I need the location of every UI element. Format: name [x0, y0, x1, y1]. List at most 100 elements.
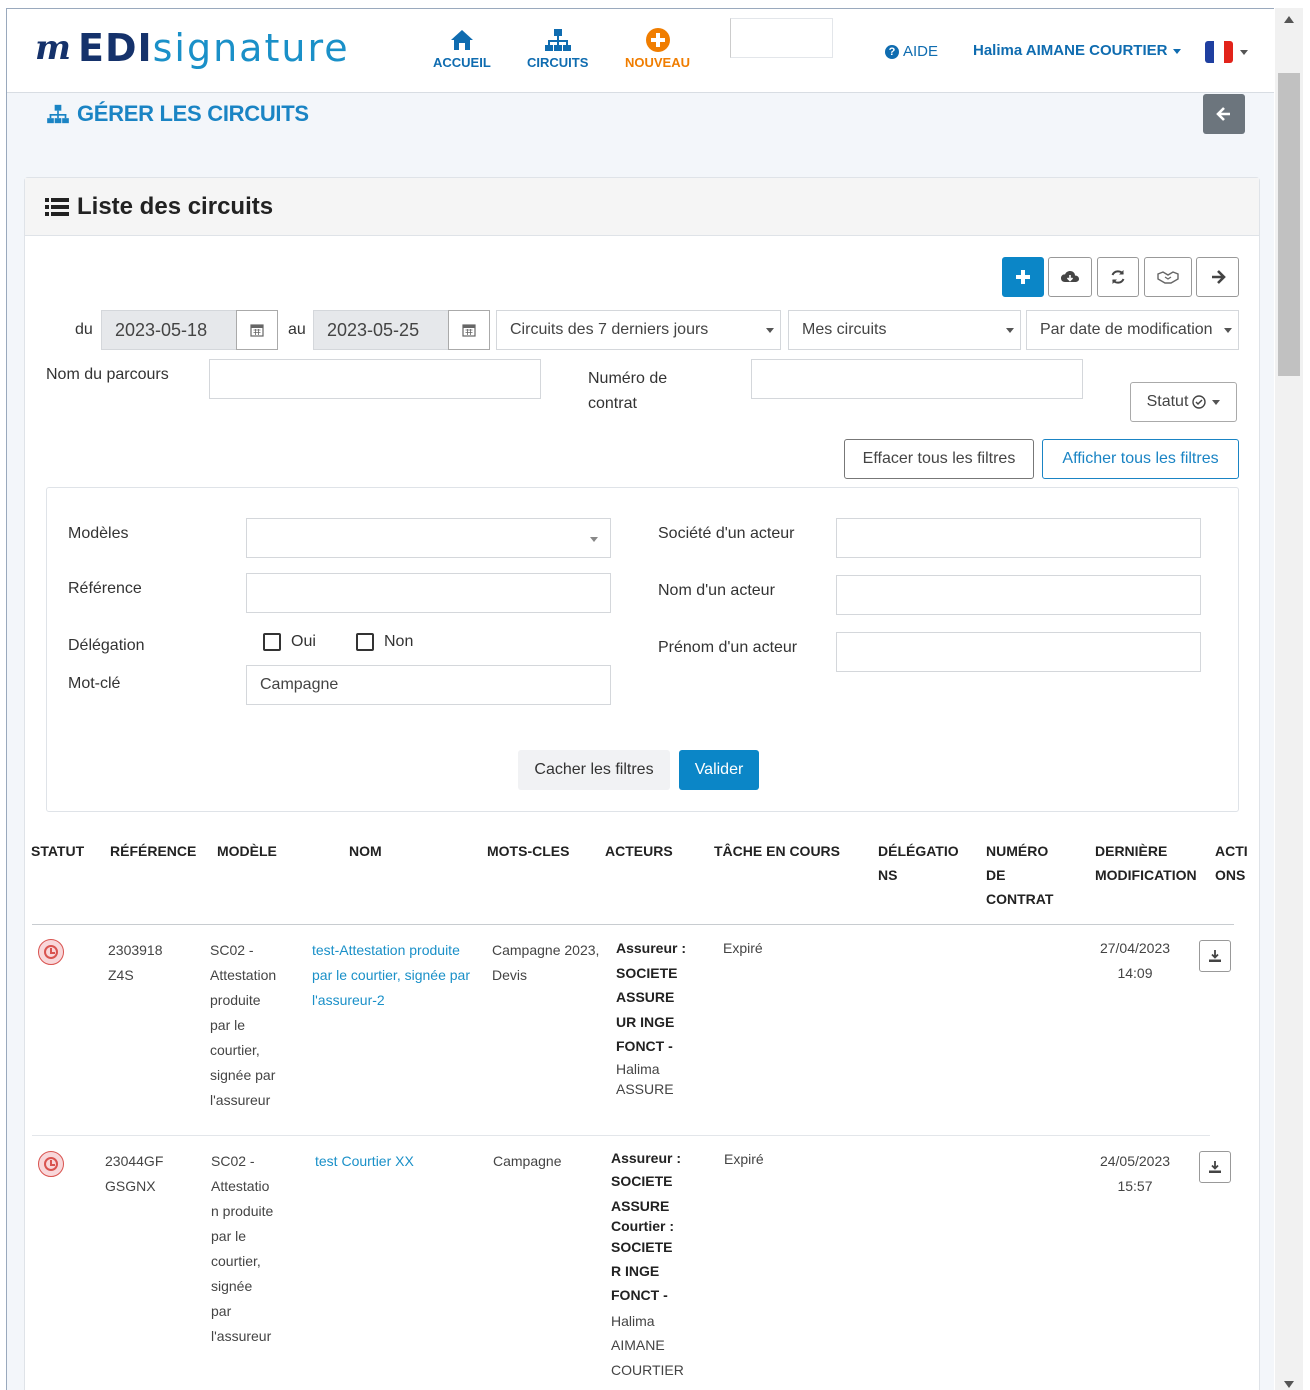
- date-from-input[interactable]: 2023-05-18: [101, 310, 237, 350]
- download-icon: [1209, 1161, 1221, 1173]
- logo-edi: EDI: [77, 26, 153, 70]
- date-from-calendar-button[interactable]: [236, 310, 278, 350]
- row2-acteurs-b5: SOCIETE: [611, 1239, 673, 1255]
- scope-select[interactable]: Mes circuits: [788, 310, 1021, 350]
- non-label: Non: [384, 633, 414, 650]
- row1-modele-l6: signée par: [210, 1067, 276, 1083]
- nom-parcours-input[interactable]: [209, 359, 541, 399]
- row2-reference[interactable]: 23044GF GSGNX: [105, 1149, 163, 1199]
- edisignature-logo[interactable]: m EDI signature: [35, 23, 350, 73]
- nav-nouveau[interactable]: NOUVEAU: [625, 27, 690, 70]
- nom-acteur-label: Nom d'un acteur: [658, 582, 775, 599]
- handshake-button[interactable]: [1144, 257, 1192, 297]
- row1-reference[interactable]: 2303918 Z4S: [108, 938, 163, 988]
- modeles-select[interactable]: [246, 518, 611, 558]
- col-nom[interactable]: NOM: [349, 839, 382, 863]
- scrollbar-thumb[interactable]: [1278, 73, 1300, 376]
- row2-modele-l5: courtier,: [211, 1253, 261, 1269]
- row1-acteurs: Assureur : SOCIETE ASSURE UR INGE FONCT …: [616, 936, 686, 1099]
- sort-select-value: Par date de modification: [1040, 321, 1213, 338]
- row1-acteurs-b1: Assureur :: [616, 940, 687, 956]
- row1-mots-l1: Campagne 2023,: [492, 942, 600, 958]
- expired-status-icon: [38, 1151, 64, 1177]
- calendar-icon: [250, 324, 264, 337]
- col-acteurs[interactable]: ACTEURS: [605, 839, 673, 863]
- prenom-acteur-input[interactable]: [836, 632, 1201, 672]
- row1-ref-line2: Z4S: [108, 967, 134, 983]
- scroll-up-arrow-icon[interactable]: [1284, 16, 1294, 23]
- nav-accueil[interactable]: ACCUEIL: [433, 27, 491, 70]
- row1-acteurs-b5: FONCT -: [616, 1038, 673, 1054]
- statut-dropdown-button[interactable]: Statut: [1130, 382, 1237, 422]
- chevron-down-icon: [1006, 328, 1014, 333]
- aide-link[interactable]: ? AIDE: [885, 43, 938, 60]
- col-tache[interactable]: TÂCHE EN COURS: [714, 839, 840, 863]
- clear-filters-button[interactable]: Effacer tous les filtres: [844, 439, 1034, 479]
- col-statut[interactable]: STATUT: [31, 839, 84, 863]
- delegation-oui-checkbox[interactable]: [263, 633, 281, 651]
- period-select-value: Circuits des 7 derniers jours: [510, 321, 709, 338]
- col-derniere-modification[interactable]: DERNIÈRE MODIFICATION: [1095, 839, 1197, 887]
- date-to-calendar-button[interactable]: [448, 310, 490, 350]
- row1-nom-link[interactable]: test-Attestation produite par le courtie…: [312, 938, 470, 1013]
- col-numero-line1: NUMÉRO: [986, 843, 1049, 859]
- statut-label: Statut: [1146, 393, 1189, 410]
- page-title: GÉRER LES CIRCUITS: [47, 101, 309, 127]
- row2-modele-l8: l'assureur: [211, 1328, 272, 1344]
- col-actions-line1: ACTI: [1215, 843, 1248, 859]
- row1-download-button[interactable]: [1199, 940, 1231, 972]
- top-search-input[interactable]: [730, 18, 833, 58]
- browser-frame: m EDI signature ACCUEIL CIRCUITS NOUVEAU…: [6, 8, 1274, 1390]
- panel-header: Liste des circuits: [25, 178, 1259, 236]
- row2-date-day: 24/05/2023: [1099, 1153, 1171, 1169]
- scroll-down-arrow-icon[interactable]: [1284, 1381, 1294, 1388]
- hide-filters-button[interactable]: Cacher les filtres: [518, 750, 670, 790]
- vertical-scrollbar[interactable]: [1275, 8, 1303, 1390]
- show-all-filters-button[interactable]: Afficher tous les filtres: [1042, 439, 1239, 479]
- user-menu[interactable]: Halima AIMANE COURTIER: [973, 42, 1182, 59]
- date-to-input[interactable]: 2023-05-25: [313, 310, 449, 350]
- row1-acteurs-n2: ASSURE: [616, 1080, 674, 1097]
- refresh-button[interactable]: [1097, 257, 1139, 297]
- row2-ref-line1: 23044GF: [105, 1153, 164, 1169]
- download-cloud-button[interactable]: [1048, 257, 1092, 297]
- period-select[interactable]: Circuits des 7 derniers jours: [496, 310, 781, 350]
- add-circuit-button[interactable]: [1002, 257, 1044, 297]
- row1-date-time: 14:09: [1117, 965, 1153, 981]
- nom-acteur-input[interactable]: [836, 575, 1201, 615]
- french-flag-icon[interactable]: [1205, 41, 1233, 63]
- row1-modele-l3: produite: [210, 992, 261, 1008]
- du-label: du: [75, 321, 93, 338]
- delegation-non-checkbox[interactable]: [356, 633, 374, 651]
- validate-button[interactable]: Valider: [679, 750, 759, 790]
- numero-contrat-label: Numéro de contrat: [588, 370, 668, 412]
- col-numero-contrat[interactable]: NUMÉRO DE CONTRAT: [986, 839, 1053, 911]
- language-caret-icon[interactable]: [1240, 50, 1248, 55]
- row2-acteurs-n3: COURTIER: [611, 1362, 684, 1378]
- row2-acteurs-b3: ASSURE: [611, 1198, 670, 1214]
- row2-download-button[interactable]: [1199, 1151, 1231, 1183]
- back-button[interactable]: [1203, 94, 1245, 134]
- row1-date-day: 27/04/2023: [1099, 940, 1171, 956]
- export-button[interactable]: [1196, 257, 1239, 297]
- sort-select[interactable]: Par date de modification: [1026, 310, 1239, 350]
- nav-circuits[interactable]: CIRCUITS: [527, 27, 588, 70]
- col-delegations[interactable]: DÉLÉGATIO NS: [878, 839, 959, 887]
- row2-date-time: 15:57: [1117, 1178, 1153, 1194]
- col-reference[interactable]: RÉFÉRENCE: [110, 839, 196, 863]
- top-navbar: m EDI signature ACCUEIL CIRCUITS NOUVEAU…: [7, 9, 1274, 93]
- row2-ref-line2: GSGNX: [105, 1178, 156, 1194]
- col-mots-cles[interactable]: MOTS-CLES: [487, 839, 569, 863]
- row1-nom-l1: test-Attestation produite: [312, 942, 460, 958]
- col-numero-line3: CONTRAT: [986, 891, 1054, 907]
- row1-modele-l5: courtier,: [210, 1042, 260, 1058]
- row2-nom-l1: test Courtier XX: [315, 1153, 414, 1169]
- col-modele[interactable]: MODÈLE: [217, 839, 277, 863]
- motcle-input[interactable]: Campagne: [246, 665, 611, 705]
- row2-nom-link[interactable]: test Courtier XX: [315, 1149, 414, 1174]
- societe-acteur-input[interactable]: [836, 518, 1201, 558]
- au-label: au: [288, 321, 306, 338]
- col-actions[interactable]: ACTI ONS: [1215, 839, 1253, 887]
- reference-input[interactable]: [246, 573, 611, 613]
- numero-contrat-input[interactable]: [751, 359, 1083, 399]
